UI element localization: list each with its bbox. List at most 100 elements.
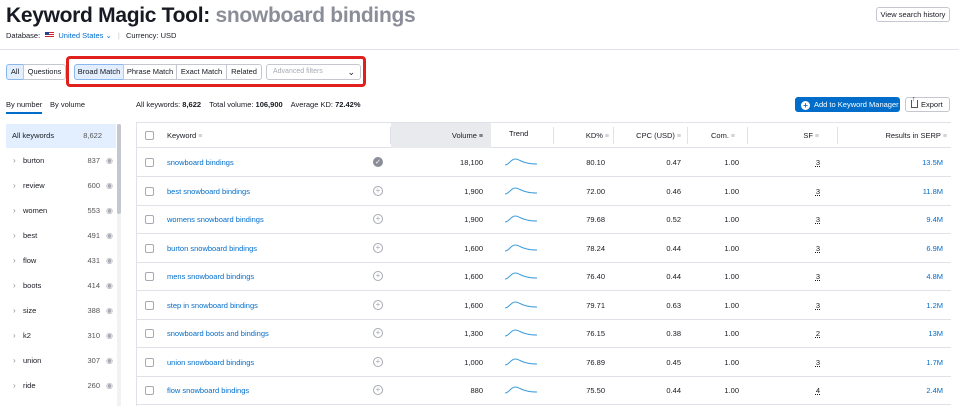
sidebar-scroll-thumb[interactable] <box>117 124 121 214</box>
results-in-serp-link[interactable]: 9.4M <box>837 206 943 234</box>
sf-value[interactable]: 2 <box>777 320 820 348</box>
sort-icon: ≡ <box>942 133 947 140</box>
tab-by-volume[interactable]: By volume <box>50 100 85 109</box>
database-select[interactable]: United States ⌄ <box>58 31 111 40</box>
keyword-link[interactable]: snowboard bindings <box>167 149 234 177</box>
check-icon[interactable]: ✓ <box>373 157 383 167</box>
add-circle-icon[interactable]: + <box>373 299 383 310</box>
sidebar-item[interactable]: › ride 260 ◉ <box>6 374 116 398</box>
column-keyword[interactable]: Keyword ≡ <box>167 123 202 148</box>
results-in-serp-link[interactable]: 4.8M <box>837 263 943 291</box>
sidebar-item[interactable]: › k2 310 ◉ <box>6 324 116 348</box>
column-cpc[interactable]: CPC (USD) ≡ <box>613 123 681 148</box>
keyword-link[interactable]: flow snowboard bindings <box>167 377 249 405</box>
sf-value[interactable]: 3 <box>777 149 820 177</box>
keyword-link[interactable]: burton snowboard bindings <box>167 235 257 263</box>
chevron-right-icon[interactable]: › <box>13 224 16 248</box>
chevron-right-icon[interactable]: › <box>13 274 16 298</box>
add-circle-icon[interactable]: + <box>373 328 383 338</box>
sidebar-item[interactable]: › best 491 ◉ <box>6 224 116 248</box>
add-circle-icon[interactable]: + <box>373 214 383 224</box>
filter-all-button[interactable]: All <box>6 64 24 80</box>
row-checkbox[interactable] <box>145 215 154 224</box>
eye-icon[interactable]: ◉ <box>106 274 113 298</box>
keyword-link[interactable]: union snowboard bindings <box>167 349 254 377</box>
eye-icon[interactable]: ◉ <box>106 249 113 273</box>
keyword-link[interactable]: best snowboard bindings <box>167 178 250 206</box>
eye-icon[interactable]: ◉ <box>106 299 113 323</box>
add-circle-icon[interactable]: + <box>373 385 383 395</box>
add-circle-icon[interactable]: + <box>373 185 383 196</box>
view-search-history-button[interactable]: View search history <box>876 7 950 22</box>
row-checkbox[interactable] <box>145 272 154 281</box>
row-checkbox[interactable] <box>145 243 154 253</box>
filter-questions-button[interactable]: Questions <box>23 64 66 80</box>
row-checkbox[interactable] <box>145 386 154 395</box>
sidebar-item-label: burton <box>23 156 45 165</box>
results-in-serp-link[interactable]: 6.9M <box>837 235 943 263</box>
chevron-right-icon[interactable]: › <box>13 249 16 273</box>
add-circle-icon[interactable]: + <box>373 356 383 367</box>
title-query: snowboard bindings <box>215 4 416 27</box>
sidebar-item[interactable]: › boots 414 ◉ <box>6 274 116 298</box>
chevron-right-icon[interactable]: › <box>13 199 16 223</box>
eye-icon[interactable]: ◉ <box>106 324 113 348</box>
eye-icon[interactable]: ◉ <box>106 374 113 398</box>
eye-icon[interactable]: ◉ <box>106 349 113 373</box>
chevron-right-icon[interactable]: › <box>13 324 16 348</box>
all-keywords-value: 8,622 <box>182 100 202 109</box>
results-in-serp-link[interactable]: 11.8M <box>837 178 943 206</box>
chevron-right-icon[interactable]: › <box>13 349 16 373</box>
chevron-right-icon[interactable]: › <box>13 299 16 323</box>
select-all-checkbox[interactable] <box>145 131 154 140</box>
tab-by-number[interactable]: By number <box>6 100 43 114</box>
export-button[interactable]: Export <box>905 96 950 112</box>
row-checkbox[interactable] <box>145 300 154 310</box>
sf-value[interactable]: 3 <box>777 235 820 263</box>
add-to-keyword-manager-button[interactable]: + Add to Keyword Manager <box>795 97 900 112</box>
results-in-serp-link[interactable]: 1.7M <box>837 349 943 377</box>
column-results-in-serp[interactable]: Results in SERP ≡ <box>837 123 947 148</box>
sf-value[interactable]: 3 <box>777 178 820 206</box>
column-com[interactable]: Com. ≡ <box>687 123 735 148</box>
results-in-serp-link[interactable]: 1.2M <box>837 292 943 320</box>
sf-value[interactable]: 3 <box>777 349 820 377</box>
column-volume[interactable]: Volume ≡ <box>391 123 491 148</box>
results-in-serp-link[interactable]: 13M <box>837 320 943 348</box>
sidebar-item[interactable]: › burton 837 ◉ <box>6 149 116 173</box>
row-checkbox[interactable] <box>145 329 154 338</box>
row-checkbox[interactable] <box>145 357 154 367</box>
sf-value[interactable]: 4 <box>777 377 820 405</box>
chevron-right-icon[interactable]: › <box>13 374 16 398</box>
row-checkbox[interactable] <box>145 186 154 196</box>
add-circle-icon[interactable]: + <box>373 242 383 253</box>
page-header: Keyword Magic Tool: snowboard bindings D… <box>0 0 959 50</box>
keyword-link[interactable]: snowboard boots and bindings <box>167 320 269 348</box>
sidebar-item-count: 600 <box>87 181 100 190</box>
sidebar-item[interactable]: › review 600 ◉ <box>6 174 116 198</box>
sf-value[interactable]: 3 <box>777 263 820 291</box>
sidebar-item[interactable]: › size 388 ◉ <box>6 299 116 323</box>
keyword-link[interactable]: womens snowboard bindings <box>167 206 264 234</box>
eye-icon[interactable]: ◉ <box>106 174 113 198</box>
keyword-link[interactable]: step in snowboard bindings <box>167 292 258 320</box>
results-in-serp-link[interactable]: 2.4M <box>837 377 943 405</box>
sidebar-item-label: review <box>23 181 45 190</box>
eye-icon[interactable]: ◉ <box>106 149 113 173</box>
eye-icon[interactable]: ◉ <box>106 199 113 223</box>
sidebar-item[interactable]: › flow 431 ◉ <box>6 249 116 273</box>
sidebar-item[interactable]: › union 307 ◉ <box>6 349 116 373</box>
sf-value[interactable]: 3 <box>777 292 820 320</box>
chevron-right-icon[interactable]: › <box>13 174 16 198</box>
add-circle-icon[interactable]: + <box>373 271 383 281</box>
eye-icon[interactable]: ◉ <box>106 224 113 248</box>
chevron-right-icon[interactable]: › <box>13 149 16 173</box>
sidebar-item[interactable]: › women 553 ◉ <box>6 199 116 223</box>
sf-value[interactable]: 3 <box>777 206 820 234</box>
column-kd[interactable]: KD% ≡ <box>557 123 609 148</box>
column-sf[interactable]: SF ≡ <box>777 123 819 148</box>
keyword-link[interactable]: mens snowboard bindings <box>167 263 254 291</box>
sidebar-item[interactable]: All keywords 8,622 <box>6 124 116 148</box>
results-in-serp-link[interactable]: 13.5M <box>837 149 943 177</box>
row-checkbox[interactable] <box>145 158 154 167</box>
